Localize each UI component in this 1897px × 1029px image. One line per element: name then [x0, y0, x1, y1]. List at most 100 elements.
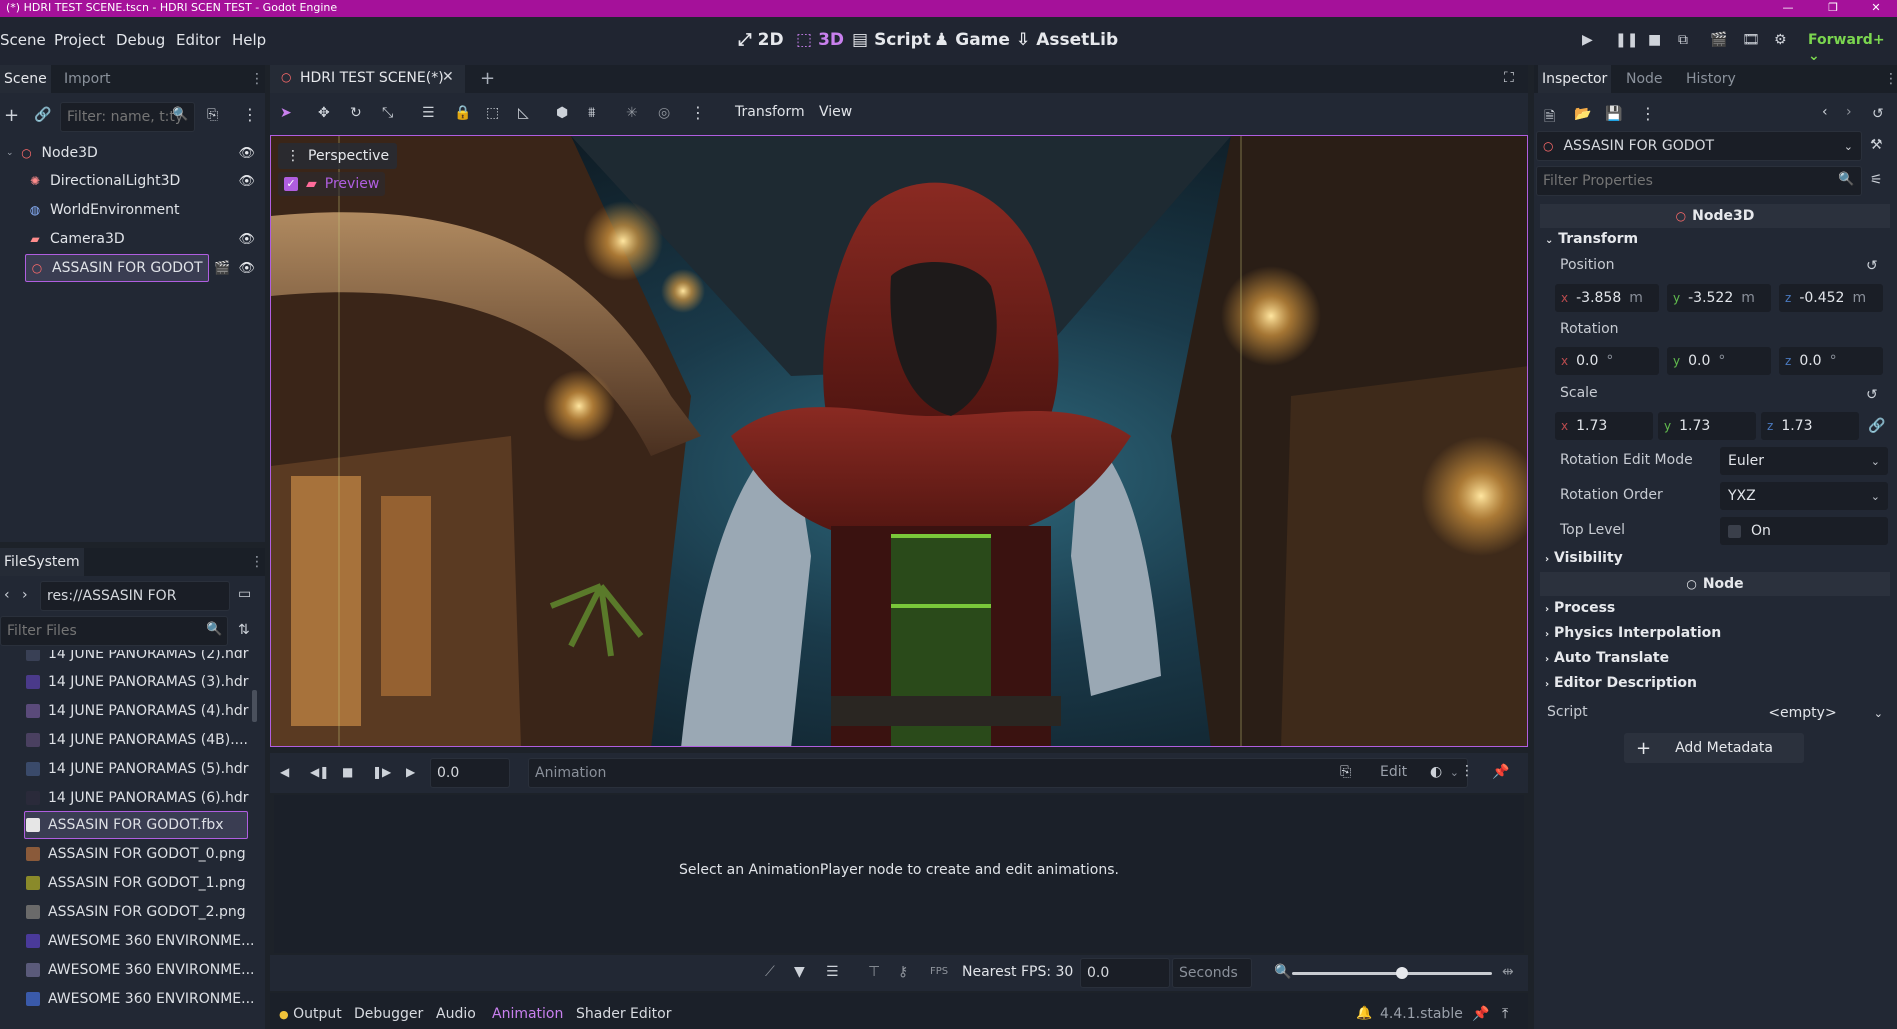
perspective-menu[interactable]: ⋮ Perspective: [278, 143, 398, 169]
anim-menu-icon[interactable]: ⎘: [1340, 764, 1351, 780]
workspace-script[interactable]: ▤ Script: [852, 30, 931, 50]
checkbox-checked-icon[interactable]: ✓: [284, 177, 298, 191]
toggle-split-icon[interactable]: ▭: [238, 586, 251, 602]
lock-icon[interactable]: 🔒: [454, 105, 471, 121]
visibility-eye-icon[interactable]: 👁: [238, 146, 255, 161]
workspace-game[interactable]: ♟ Game: [934, 30, 1010, 50]
key-icon[interactable]: ⚷: [898, 964, 908, 980]
tab-history[interactable]: History: [1682, 65, 1740, 93]
rotation-y-field[interactable]: y 0.0 °: [1667, 347, 1771, 375]
renderer-select[interactable]: Forward+ ⌄: [1808, 32, 1897, 64]
movie-maker-icon[interactable]: ⚙: [1774, 32, 1787, 48]
minimize-icon[interactable]: —: [1770, 0, 1806, 15]
tab-node[interactable]: Node: [1622, 65, 1667, 93]
bezier-icon[interactable]: ⟋: [765, 964, 775, 980]
checkbox-unchecked-icon[interactable]: [1728, 524, 1741, 538]
path-field[interactable]: res://ASSASIN FOR GODOT: [40, 581, 230, 632]
dock-menu-icon[interactable]: ⋮: [1884, 71, 1897, 87]
menu-debug[interactable]: Debug: [116, 31, 165, 49]
play-scene-icon[interactable]: 🎬: [1710, 32, 1727, 48]
reset-icon[interactable]: ↺: [1866, 387, 1878, 403]
tab-import[interactable]: Import: [60, 65, 114, 93]
open-scene-icon[interactable]: 🎬: [214, 261, 230, 276]
stop-anim-icon[interactable]: ■: [342, 765, 353, 779]
visibility-eye-icon[interactable]: 👁: [238, 261, 255, 276]
filter-files-input[interactable]: [0, 616, 228, 646]
pause-icon[interactable]: ❚❚: [1615, 32, 1638, 48]
tab-debugger[interactable]: Debugger: [354, 1006, 423, 1022]
tree-node-camera3d[interactable]: ▰ Camera3D 👁: [0, 227, 265, 251]
dock-menu-icon[interactable]: ⋮: [250, 71, 264, 87]
tab-audio[interactable]: Audio: [436, 1006, 476, 1022]
scale-tool-icon[interactable]: ⤡: [382, 105, 393, 121]
tree-node-directionallight3d[interactable]: ✺ DirectionalLight3D 👁: [0, 169, 265, 193]
maximize-icon[interactable]: ❐: [1815, 0, 1851, 15]
file-row[interactable]: ASSASIN FOR GODOT_0.png: [26, 842, 246, 866]
add-tab-icon[interactable]: +: [480, 68, 495, 89]
position-z-field[interactable]: z -0.452 m: [1779, 284, 1883, 312]
reset-icon[interactable]: ↺: [1866, 258, 1878, 274]
new-resource-icon[interactable]: 🗎: [1544, 106, 1555, 130]
close-window-icon[interactable]: ✕: [1858, 0, 1894, 15]
more-options-icon[interactable]: ⋮: [690, 103, 706, 122]
workspace-assetlib[interactable]: ⇩ AssetLib: [1016, 30, 1118, 50]
tree-node-node3d[interactable]: ⌄ ○ Node3D 👁: [0, 141, 265, 165]
object-tools-icon[interactable]: ⚒: [1870, 137, 1883, 153]
preview-toggle[interactable]: ✓ ▰ Preview: [278, 172, 386, 196]
file-row[interactable]: 14 JUNE PANORAMAS (5).hdr: [26, 757, 249, 781]
menu-help[interactable]: Help: [232, 31, 266, 49]
anim-time-field[interactable]: 0.0: [430, 758, 510, 788]
history-icon[interactable]: ↺: [1872, 106, 1884, 122]
scale-z-field[interactable]: z 1.73: [1761, 412, 1859, 440]
tab-scene[interactable]: Scene: [0, 65, 51, 93]
rotation-x-field[interactable]: x 0.0 °: [1555, 347, 1659, 375]
link-icon[interactable]: 🔗: [1868, 418, 1885, 434]
rotation-z-field[interactable]: z 0.0 °: [1779, 347, 1883, 375]
remote-debug-icon[interactable]: ⧉: [1678, 32, 1688, 48]
play-backwards-icon[interactable]: ◀: [280, 765, 289, 779]
pin-icon[interactable]: 📌: [1492, 764, 1509, 780]
3d-viewport[interactable]: ⋮ Perspective ✓ ▰ Preview: [270, 135, 1528, 747]
back-icon[interactable]: ‹: [4, 587, 10, 603]
file-row[interactable]: AWESOME 360 ENVIRONME...: [26, 929, 254, 953]
file-row[interactable]: ASSASIN FOR GODOT_2.png: [26, 900, 246, 924]
rotate-tool-icon[interactable]: ↻: [350, 105, 362, 121]
play-custom-scene-icon[interactable]: 🎞: [1742, 32, 1760, 48]
open-folder-icon[interactable]: 📂: [1574, 106, 1591, 122]
tab-animation[interactable]: Animation: [492, 1006, 563, 1022]
save-icon[interactable]: 💾: [1605, 106, 1622, 122]
section-transform[interactable]: ⌄ Transform: [1545, 231, 1638, 247]
rotation-edit-mode-select[interactable]: Euler ⌄: [1720, 447, 1888, 475]
close-tab-icon[interactable]: ✕: [442, 69, 454, 85]
top-level-checkbox[interactable]: On: [1720, 517, 1888, 545]
fit-timeline-icon[interactable]: ⇹: [1502, 964, 1514, 980]
filter-icon[interactable]: ▼: [794, 964, 805, 980]
fullscreen-icon[interactable]: ⛶: [1504, 70, 1514, 86]
version-label[interactable]: 4.4.1.stable: [1380, 1006, 1463, 1022]
menu-scene[interactable]: Scene: [0, 31, 46, 49]
step-forward-icon[interactable]: ❚▶: [372, 765, 391, 779]
script-resource-picker[interactable]: <empty> ⌄: [1720, 699, 1885, 727]
ruler-icon[interactable]: ◺: [518, 105, 529, 121]
animation-select[interactable]: Animation ⌄: [528, 758, 1468, 788]
collapse-icon[interactable]: ⌄: [6, 148, 14, 158]
section-auto-translate[interactable]: › Auto Translate: [1545, 650, 1669, 666]
scale-x-field[interactable]: x 1.73: [1555, 412, 1653, 440]
property-settings-icon[interactable]: ⚟: [1870, 172, 1883, 188]
stop-icon[interactable]: ■: [1648, 32, 1661, 48]
rewind-icon[interactable]: ◀❚: [310, 765, 329, 779]
play-icon[interactable]: ▶: [1582, 32, 1593, 48]
tab-output[interactable]: ● Output: [279, 1006, 342, 1022]
forward-icon[interactable]: ›: [22, 587, 28, 603]
move-tool-icon[interactable]: ✥: [318, 105, 330, 121]
link-icon[interactable]: 🔗: [34, 107, 51, 123]
position-x-field[interactable]: x -3.858 m: [1555, 284, 1659, 312]
track-list-icon[interactable]: ☰: [826, 964, 839, 980]
menu-project[interactable]: Project: [54, 31, 105, 49]
list-select-icon[interactable]: ☰: [422, 105, 435, 121]
scale-y-field[interactable]: y 1.73: [1658, 412, 1756, 440]
zoom-slider[interactable]: [1292, 972, 1492, 975]
file-row[interactable]: 14 JUNE PANORAMAS (2).hdr: [26, 650, 249, 666]
sun-preview-icon[interactable]: ✳: [626, 105, 638, 121]
file-row[interactable]: 14 JUNE PANORAMAS (3).hdr: [26, 670, 249, 694]
